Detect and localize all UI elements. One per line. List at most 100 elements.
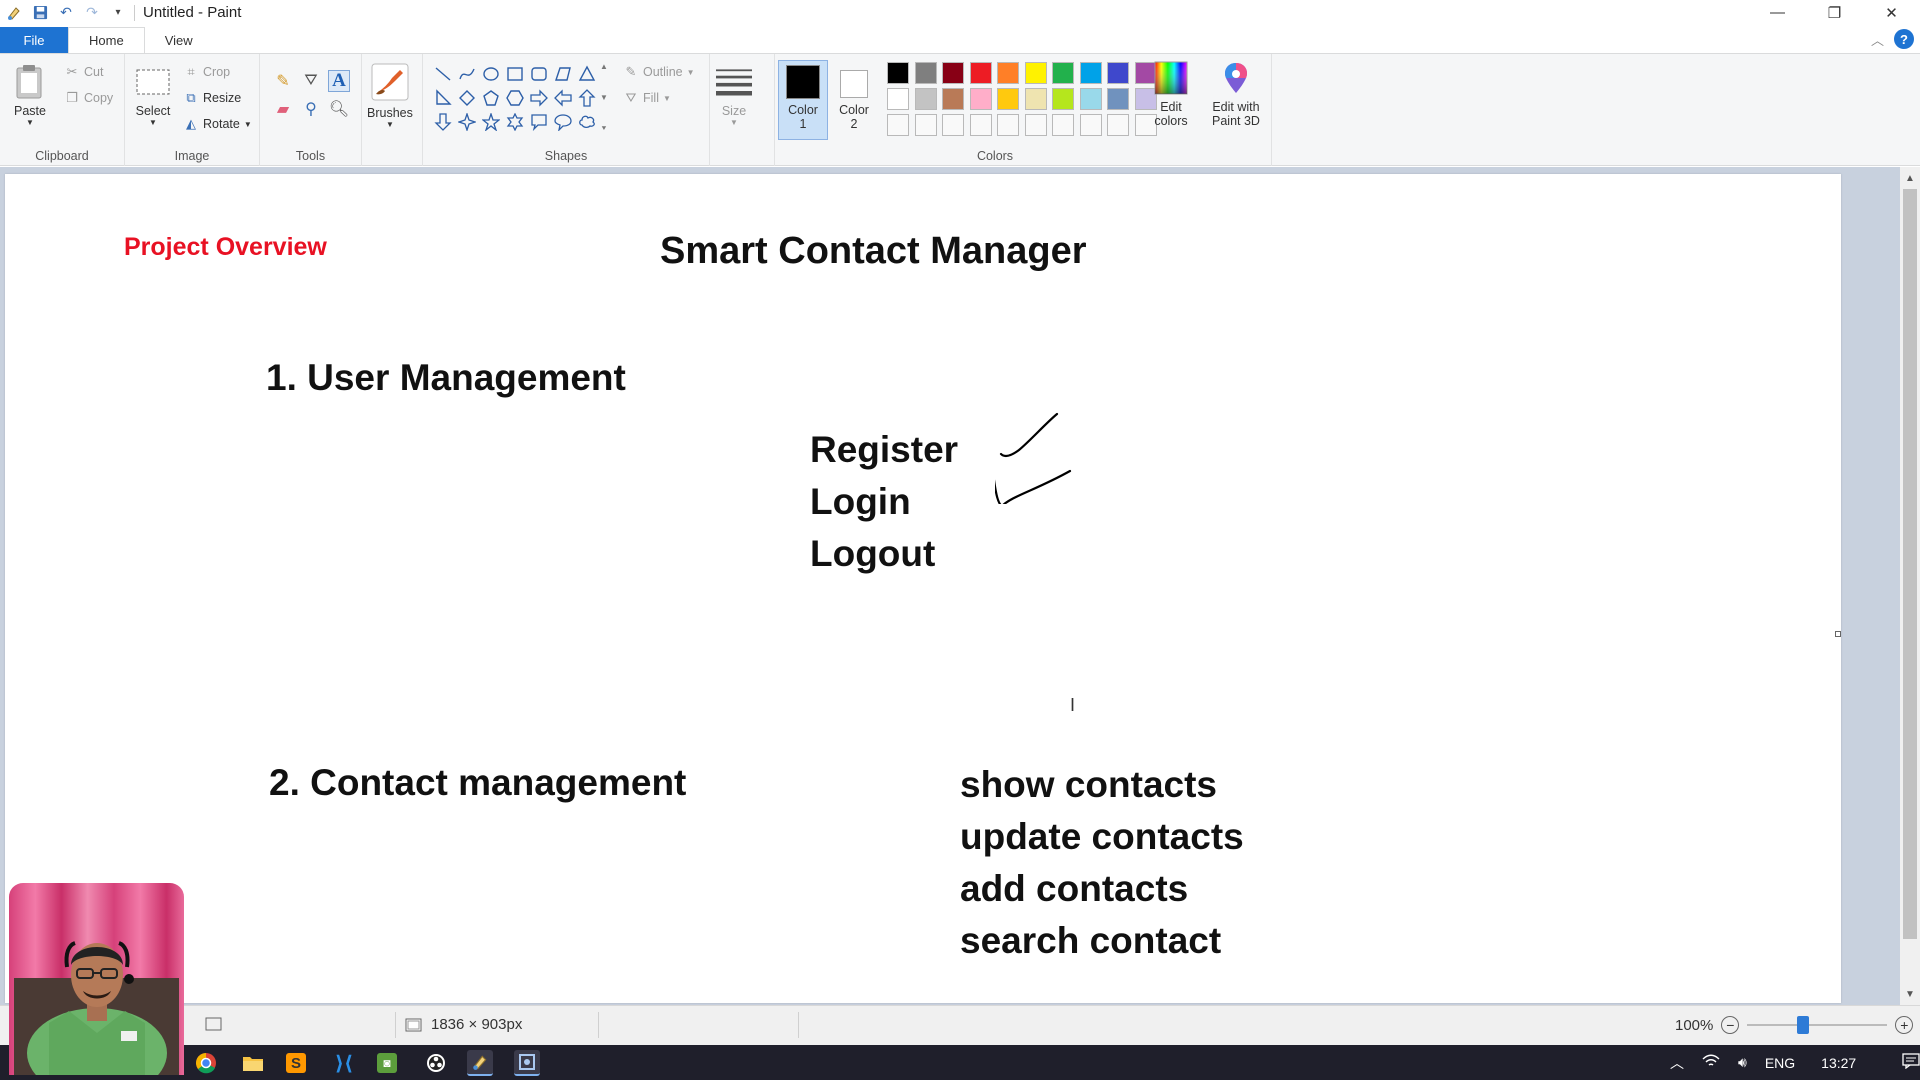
clock[interactable]: 13:27 (1821, 1055, 1856, 1071)
android-studio-icon[interactable]: ◙ (377, 1053, 397, 1073)
palette-swatch[interactable] (1052, 62, 1074, 84)
up-arrow-shape-icon[interactable] (575, 86, 599, 110)
rect-callout-icon[interactable] (527, 110, 551, 134)
shapes-scroll-down-icon[interactable]: ▼ (600, 93, 608, 102)
edit-colors-button[interactable]: Edit colors (1153, 60, 1189, 128)
palette-swatch[interactable] (1024, 88, 1047, 110)
right-arrow-shape-icon[interactable] (527, 86, 551, 110)
chrome-icon[interactable] (193, 1050, 219, 1076)
right-triangle-shape-icon[interactable] (431, 86, 455, 110)
vscode-icon[interactable]: ⟩⟨ (331, 1050, 357, 1076)
restore-button[interactable]: ❐ (1806, 0, 1863, 25)
rounded-rectangle-shape-icon[interactable] (527, 62, 551, 86)
six-point-star-icon[interactable] (503, 110, 527, 134)
palette-swatch[interactable] (887, 62, 909, 84)
down-arrow-shape-icon[interactable] (431, 110, 455, 134)
zoom-slider[interactable] (1747, 1016, 1888, 1034)
shapes-scroll[interactable]: ▲ ▼ ⯆ (599, 62, 609, 134)
color2-button[interactable]: Color 2 (831, 60, 877, 140)
vertical-scrollbar[interactable]: ▲ ▼ (1900, 167, 1920, 1005)
palette-swatch[interactable] (1107, 88, 1129, 110)
tab-view[interactable]: View (145, 27, 213, 53)
copy-button[interactable]: ❐ Copy (64, 90, 113, 106)
four-point-star-icon[interactable] (455, 110, 479, 134)
scroll-thumb[interactable] (1903, 189, 1917, 939)
brushes-button[interactable]: Brushes ▼ (367, 62, 413, 129)
help-icon[interactable]: ? (1894, 29, 1914, 49)
resize-button[interactable]: ⧉ Resize (183, 90, 241, 106)
redo-icon[interactable]: ↷ (82, 3, 102, 23)
cut-button[interactable]: ✂ Cut (64, 64, 104, 80)
cloud-callout-icon[interactable] (575, 110, 599, 134)
collapse-ribbon-icon[interactable]: ︿ (1871, 30, 1884, 49)
save-icon[interactable] (30, 3, 50, 23)
tab-file[interactable]: File (0, 27, 68, 53)
custom-color-slot[interactable] (969, 114, 992, 136)
canvas-resize-handle[interactable] (1835, 631, 1841, 637)
palette-swatch[interactable] (997, 62, 1019, 84)
polygon-shape-icon[interactable] (551, 62, 575, 86)
color-picker-icon[interactable]: ⚲ (300, 98, 322, 120)
fill-bucket-icon[interactable]: ⛛ (300, 70, 322, 92)
undo-icon[interactable]: ↶ (56, 3, 76, 23)
palette-swatch[interactable] (997, 88, 1019, 110)
oval-shape-icon[interactable] (479, 62, 503, 86)
curve-shape-icon[interactable] (455, 62, 479, 86)
wifi-icon[interactable] (1702, 1054, 1720, 1071)
diamond-shape-icon[interactable] (455, 86, 479, 110)
five-point-star-icon[interactable] (479, 110, 503, 134)
oval-callout-icon[interactable] (551, 110, 575, 134)
palette-swatch[interactable] (969, 62, 992, 84)
file-explorer-icon[interactable] (240, 1050, 266, 1076)
zoom-slider-thumb[interactable] (1797, 1016, 1810, 1034)
minimize-button[interactable]: — (1749, 0, 1806, 25)
palette-swatch[interactable] (1079, 62, 1102, 84)
palette-swatch[interactable] (1024, 62, 1047, 84)
triangle-shape-icon[interactable] (575, 62, 599, 86)
sublime-text-icon[interactable]: S (286, 1053, 306, 1073)
left-arrow-shape-icon[interactable] (551, 86, 575, 110)
palette-swatch[interactable] (887, 88, 909, 110)
line-shape-icon[interactable] (431, 62, 455, 86)
outline-button[interactable]: ✎ Outline ▼ (623, 64, 695, 80)
custom-color-slot[interactable] (1052, 114, 1074, 136)
palette-swatch[interactable] (1107, 62, 1129, 84)
tab-home[interactable]: Home (68, 26, 145, 54)
close-button[interactable]: ✕ (1863, 0, 1920, 25)
scroll-up-icon[interactable]: ▲ (1900, 169, 1920, 187)
palette-swatch[interactable] (1079, 88, 1102, 110)
custom-color-slot[interactable] (1107, 114, 1129, 136)
paste-button[interactable]: Paste ▼ (12, 64, 48, 127)
palette-swatch[interactable] (1052, 88, 1074, 110)
notifications-icon[interactable] (1902, 1053, 1920, 1072)
palette-swatch[interactable] (914, 62, 937, 84)
custom-color-slot[interactable] (942, 114, 964, 136)
pencil-icon[interactable]: ✎ (272, 70, 294, 92)
tray-expand-icon[interactable]: ︿ (1670, 1053, 1684, 1073)
paint-taskbar-icon[interactable] (467, 1050, 493, 1076)
select-button[interactable]: Select ▼ (135, 64, 171, 127)
magnifier-icon[interactable]: 🔍︎ (328, 98, 350, 120)
zoom-out-icon[interactable]: − (1721, 1016, 1740, 1034)
edit-with-paint3d-button[interactable]: Edit with Paint 3D (1212, 60, 1260, 128)
size-button[interactable]: Size ▼ (716, 64, 752, 127)
eraser-icon[interactable]: ▰ (272, 98, 294, 120)
customize-quick-access-icon[interactable]: ▾ (108, 3, 128, 23)
color1-button[interactable]: Color 1 (778, 60, 828, 140)
scroll-down-icon[interactable]: ▼ (1900, 985, 1920, 1003)
palette-swatch[interactable] (914, 88, 937, 110)
zoom-in-icon[interactable]: + (1895, 1016, 1914, 1034)
snipping-tool-icon[interactable] (514, 1050, 540, 1076)
shapes-more-icon[interactable]: ⯆ (601, 124, 607, 134)
palette-swatch[interactable] (942, 88, 964, 110)
hexagon-shape-icon[interactable] (503, 86, 527, 110)
custom-color-slot[interactable] (887, 114, 909, 136)
volume-icon[interactable]: 🔊︎ (1738, 1054, 1747, 1071)
rotate-button[interactable]: ◭ Rotate ▼ (183, 116, 252, 132)
custom-color-slot[interactable] (1024, 114, 1047, 136)
custom-color-slot[interactable] (1079, 114, 1102, 136)
crop-button[interactable]: ⌗ Crop (183, 64, 230, 80)
text-tool-icon[interactable]: A (328, 70, 350, 92)
pentagon-shape-icon[interactable] (479, 86, 503, 110)
language-indicator[interactable]: ENG (1765, 1055, 1795, 1071)
